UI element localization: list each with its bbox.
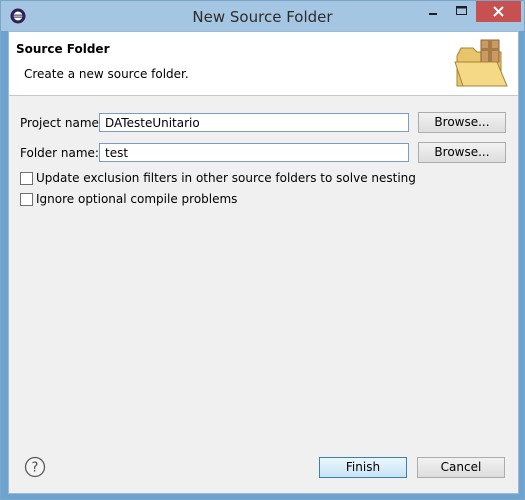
help-icon[interactable]: ? (24, 456, 46, 478)
close-button[interactable] (476, 1, 521, 22)
page-title: Source Folder (16, 42, 110, 56)
wizard-header: Source Folder Create a new source folder… (9, 32, 518, 96)
finish-button[interactable]: Finish (319, 457, 407, 478)
title-bar[interactable]: New Source Folder (1, 1, 524, 31)
minimize-icon (429, 13, 437, 15)
minimize-button[interactable] (420, 1, 446, 22)
dialog-body: Source Folder Create a new source folder… (8, 31, 519, 494)
cancel-button[interactable]: Cancel (417, 457, 505, 478)
ignore-optional-label: Ignore optional compile problems (36, 192, 238, 206)
svg-text:?: ? (32, 461, 39, 476)
dialog-window: New Source Folder Source Folder Create a… (0, 0, 525, 500)
folder-name-label: Folder name: (20, 146, 99, 160)
update-exclusion-checkbox[interactable] (20, 172, 33, 185)
ignore-optional-checkbox[interactable] (20, 193, 33, 206)
update-exclusion-label: Update exclusion filters in other source… (36, 171, 416, 185)
folder-name-field[interactable]: test (99, 143, 409, 162)
project-name-field[interactable]: DATesteUnitario (99, 113, 409, 132)
browse-project-button[interactable]: Browse... (418, 112, 506, 133)
close-icon (493, 6, 504, 17)
browse-folder-button[interactable]: Browse... (418, 142, 506, 163)
project-name-label: Project name: (20, 116, 103, 130)
maximize-icon (456, 6, 467, 15)
maximize-button[interactable] (448, 1, 474, 22)
page-description: Create a new source folder. (24, 67, 189, 81)
package-folder-icon (454, 39, 508, 87)
